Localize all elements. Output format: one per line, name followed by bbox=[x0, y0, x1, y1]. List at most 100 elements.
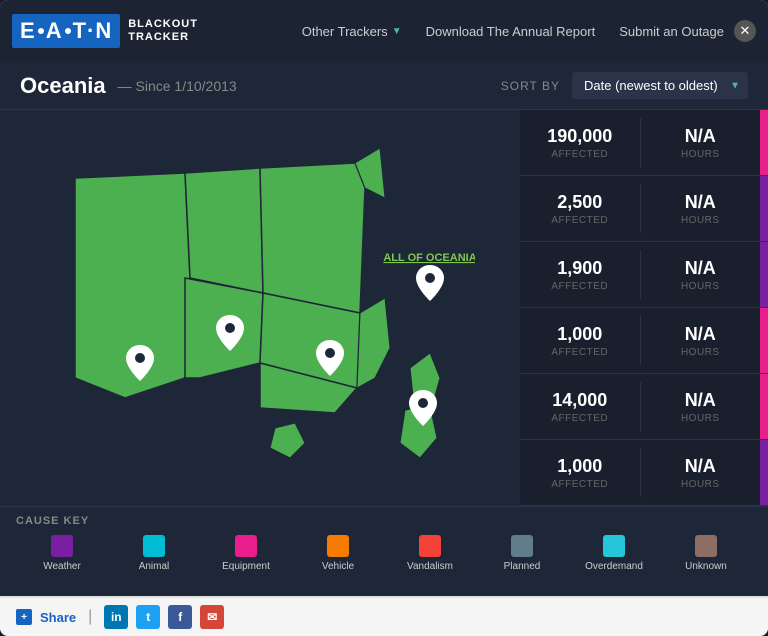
hours-cell: N/A HOURS bbox=[641, 242, 761, 307]
australia-map: ALL OF OCEANIA bbox=[45, 118, 475, 498]
region-title: Oceania bbox=[20, 73, 106, 99]
cause-key-item: Planned bbox=[476, 535, 568, 572]
sort-bar: Oceania — Since 1/10/2013 SORT BY Date (… bbox=[0, 62, 768, 110]
affected-label: AFFECTED bbox=[551, 215, 608, 226]
color-indicator bbox=[760, 176, 768, 241]
header-nav: Other Trackers ▼ Download The Annual Rep… bbox=[302, 24, 724, 39]
cause-key-item: Unknown bbox=[660, 535, 752, 572]
data-row[interactable]: 1,900 AFFECTED N/A HOURS bbox=[520, 242, 768, 308]
color-indicator bbox=[760, 110, 768, 175]
map-svg-wrapper: ALL OF OCEANIA bbox=[0, 110, 520, 506]
email-icon[interactable]: ✉ bbox=[200, 605, 224, 629]
cause-label: Overdemand bbox=[585, 561, 643, 572]
cause-label: Unknown bbox=[685, 561, 727, 572]
cause-swatch bbox=[327, 535, 349, 557]
data-row[interactable]: 2,500 AFFECTED N/A HOURS bbox=[520, 176, 768, 242]
sort-dropdown[interactable]: Date (newest to oldest) bbox=[572, 72, 748, 99]
download-report-link[interactable]: Download The Annual Report bbox=[426, 24, 596, 39]
hours-label: HOURS bbox=[681, 149, 720, 160]
sort-controls: SORT BY Date (newest to oldest) bbox=[501, 72, 748, 99]
cause-swatch bbox=[695, 535, 717, 557]
cause-key-items: Weather Animal Equipment Vehicle Vandali… bbox=[16, 535, 752, 572]
logo-subtitle: BLACKOUT TRACKER bbox=[128, 18, 198, 44]
color-indicator bbox=[760, 440, 768, 505]
facebook-icon[interactable]: f bbox=[168, 605, 192, 629]
cause-label: Planned bbox=[504, 561, 541, 572]
cause-key-item: Overdemand bbox=[568, 535, 660, 572]
cause-key-item: Animal bbox=[108, 535, 200, 572]
affected-label: AFFECTED bbox=[551, 149, 608, 160]
cause-swatch bbox=[51, 535, 73, 557]
affected-value: 14,000 bbox=[552, 390, 607, 411]
affected-cell: 190,000 AFFECTED bbox=[520, 110, 640, 175]
map-pin-all-oceania[interactable] bbox=[416, 265, 444, 301]
close-button[interactable]: ✕ bbox=[734, 20, 756, 42]
hours-value: N/A bbox=[685, 126, 716, 147]
region-since: — Since 1/10/2013 bbox=[118, 78, 237, 94]
data-row[interactable]: 190,000 AFFECTED N/A HOURS bbox=[520, 110, 768, 176]
cause-swatch bbox=[143, 535, 165, 557]
hours-value: N/A bbox=[685, 390, 716, 411]
affected-cell: 14,000 AFFECTED bbox=[520, 374, 640, 439]
cause-swatch bbox=[419, 535, 441, 557]
cause-key-item: Vandalism bbox=[384, 535, 476, 572]
hours-label: HOURS bbox=[681, 215, 720, 226]
cause-key-item: Vehicle bbox=[292, 535, 384, 572]
cause-key-item: Weather bbox=[16, 535, 108, 572]
hours-value: N/A bbox=[685, 324, 716, 345]
hours-cell: N/A HOURS bbox=[641, 440, 761, 505]
linkedin-icon[interactable]: in bbox=[104, 605, 128, 629]
hours-label: HOURS bbox=[681, 479, 720, 490]
affected-value: 2,500 bbox=[557, 192, 602, 213]
twitter-icon[interactable]: t bbox=[136, 605, 160, 629]
color-indicator bbox=[760, 374, 768, 439]
cause-label: Equipment bbox=[222, 561, 270, 572]
share-plus-icon: + bbox=[16, 609, 32, 625]
hours-label: HOURS bbox=[681, 281, 720, 292]
affected-cell: 1,900 AFFECTED bbox=[520, 242, 640, 307]
affected-label: AFFECTED bbox=[551, 479, 608, 490]
cause-label: Vandalism bbox=[407, 561, 453, 572]
other-trackers-link[interactable]: Other Trackers ▼ bbox=[302, 24, 402, 39]
map-area: ALL OF OCEANIA bbox=[0, 110, 520, 506]
hours-label: HOURS bbox=[681, 413, 720, 424]
sort-label: SORT BY bbox=[501, 79, 560, 93]
color-indicator bbox=[760, 308, 768, 373]
cause-key-title: CAUSE KEY bbox=[16, 515, 752, 527]
cause-swatch bbox=[511, 535, 533, 557]
footer: + Share | in t f ✉ bbox=[0, 596, 768, 636]
affected-cell: 2,500 AFFECTED bbox=[520, 176, 640, 241]
hours-cell: N/A HOURS bbox=[641, 176, 761, 241]
data-row[interactable]: 14,000 AFFECTED N/A HOURS bbox=[520, 374, 768, 440]
cause-label: Weather bbox=[43, 561, 81, 572]
affected-value: 1,000 bbox=[557, 456, 602, 477]
hours-cell: N/A HOURS bbox=[641, 110, 761, 175]
cause-label: Animal bbox=[139, 561, 170, 572]
affected-label: AFFECTED bbox=[551, 413, 608, 424]
footer-divider: | bbox=[88, 608, 92, 626]
logo-area: EAT·N BLACKOUT TRACKER bbox=[12, 14, 198, 48]
cause-swatch bbox=[603, 535, 625, 557]
hours-cell: N/A HOURS bbox=[641, 374, 761, 439]
cause-key-item: Equipment bbox=[200, 535, 292, 572]
color-indicator bbox=[760, 242, 768, 307]
affected-cell: 1,000 AFFECTED bbox=[520, 440, 640, 505]
share-button[interactable]: Share bbox=[40, 610, 76, 625]
affected-cell: 1,000 AFFECTED bbox=[520, 308, 640, 373]
other-trackers-dropdown-icon: ▼ bbox=[392, 26, 402, 37]
hours-value: N/A bbox=[685, 456, 716, 477]
affected-label: AFFECTED bbox=[551, 347, 608, 358]
hours-value: N/A bbox=[685, 192, 716, 213]
affected-value: 1,900 bbox=[557, 258, 602, 279]
cause-swatch bbox=[235, 535, 257, 557]
eaton-logo: EAT·N bbox=[12, 14, 120, 48]
affected-value: 190,000 bbox=[547, 126, 612, 147]
hours-cell: N/A HOURS bbox=[641, 308, 761, 373]
sort-dropdown-wrapper: Date (newest to oldest) bbox=[572, 72, 748, 99]
data-row[interactable]: 1,000 AFFECTED N/A HOURS bbox=[520, 440, 768, 506]
submit-outage-link[interactable]: Submit an Outage bbox=[619, 24, 724, 39]
hours-label: HOURS bbox=[681, 347, 720, 358]
main-content: ALL OF OCEANIA 190,000 AFFECTED N/A HOUR… bbox=[0, 110, 768, 506]
data-row[interactable]: 1,000 AFFECTED N/A HOURS bbox=[520, 308, 768, 374]
all-oceania-text: ALL OF OCEANIA bbox=[383, 252, 475, 264]
